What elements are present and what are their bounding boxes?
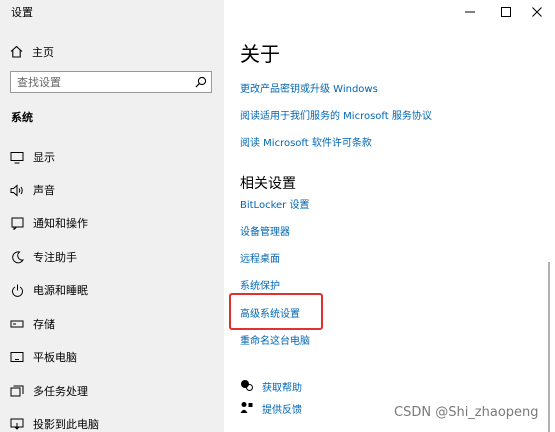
section-label-system: 系统	[11, 111, 33, 124]
minimize-button[interactable]	[452, 0, 488, 22]
moon-icon	[10, 250, 24, 264]
home-nav-item[interactable]: 主页	[10, 43, 54, 61]
app-title: 设置	[11, 6, 33, 19]
search-icon[interactable]	[191, 72, 211, 92]
link-change-product-key[interactable]: 更改产品密钥或升级 Windows	[240, 80, 378, 95]
sidebar: 设置 主页 查找设置 系统 显示 声音 通知和操作 专注助手 电源和睡眠 存储 …	[0, 0, 224, 432]
sidebar-item-label: 声音	[33, 184, 55, 197]
minimize-icon	[465, 2, 475, 21]
sidebar-item-tablet[interactable]: 平板电脑	[10, 348, 77, 366]
related-settings-heading: 相关设置	[240, 176, 296, 192]
sidebar-item-label: 专注助手	[33, 251, 77, 264]
home-label: 主页	[32, 46, 54, 59]
project-icon	[10, 417, 24, 431]
home-icon	[10, 43, 23, 62]
tablet-icon	[10, 350, 24, 364]
sidebar-item-power-sleep[interactable]: 电源和睡眠	[10, 281, 88, 299]
sidebar-item-label: 电源和睡眠	[33, 284, 88, 297]
link-rename-this-pc[interactable]: 重命名这台电脑	[240, 332, 310, 347]
monitor-icon	[10, 150, 24, 164]
link-system-protection[interactable]: 系统保护	[240, 277, 280, 292]
sidebar-item-label: 多任务处理	[33, 385, 88, 398]
storage-icon	[10, 317, 24, 331]
close-icon	[532, 2, 542, 21]
maximize-icon	[501, 2, 511, 21]
sidebar-item-sound[interactable]: 声音	[10, 181, 55, 199]
get-help-link[interactable]: 获取帮助	[240, 378, 302, 394]
sidebar-item-display[interactable]: 显示	[10, 148, 55, 166]
link-microsoft-services-agreement[interactable]: 阅读适用于我们服务的 Microsoft 服务协议	[240, 107, 432, 122]
link-microsoft-software-license[interactable]: 阅读 Microsoft 软件许可条款	[240, 134, 372, 149]
multitask-icon	[10, 384, 24, 398]
feedback-link[interactable]: 提供反馈	[240, 400, 302, 416]
power-icon	[10, 283, 24, 297]
sidebar-item-label: 存储	[33, 318, 55, 331]
help-chat-icon	[240, 377, 253, 396]
speaker-icon	[10, 183, 24, 197]
scrollbar[interactable]	[548, 262, 550, 432]
sidebar-item-storage[interactable]: 存储	[10, 315, 55, 333]
link-bitlocker-settings[interactable]: BitLocker 设置	[240, 196, 309, 211]
sidebar-item-label: 投影到此电脑	[33, 418, 99, 431]
settings-window: 设置 主页 查找设置 系统 显示 声音 通知和操作 专注助手 电源和睡眠 存储 …	[0, 0, 555, 432]
sidebar-item-multitasking[interactable]: 多任务处理	[10, 382, 88, 400]
feedback-icon	[240, 399, 253, 418]
sidebar-item-notifications[interactable]: 通知和操作	[10, 214, 88, 232]
sidebar-item-label: 显示	[33, 151, 55, 164]
watermark-text: CSDN @Shi_zhaopeng	[394, 405, 539, 420]
link-device-manager[interactable]: 设备管理器	[240, 223, 290, 238]
link-remote-desktop[interactable]: 远程桌面	[240, 250, 280, 265]
sidebar-item-focus-assist[interactable]: 专注助手	[10, 248, 77, 266]
search-box[interactable]: 查找设置	[10, 71, 212, 93]
highlight-box	[229, 293, 323, 330]
close-button[interactable]	[519, 0, 555, 22]
page-title: 关于	[240, 42, 280, 66]
notification-icon	[10, 216, 24, 230]
sidebar-item-label: 平板电脑	[33, 351, 77, 364]
feedback-label: 提供反馈	[262, 404, 302, 416]
search-input[interactable]: 查找设置	[17, 74, 191, 90]
get-help-label: 获取帮助	[262, 382, 302, 394]
sidebar-item-project[interactable]: 投影到此电脑	[10, 415, 99, 432]
sidebar-item-label: 通知和操作	[33, 217, 88, 230]
